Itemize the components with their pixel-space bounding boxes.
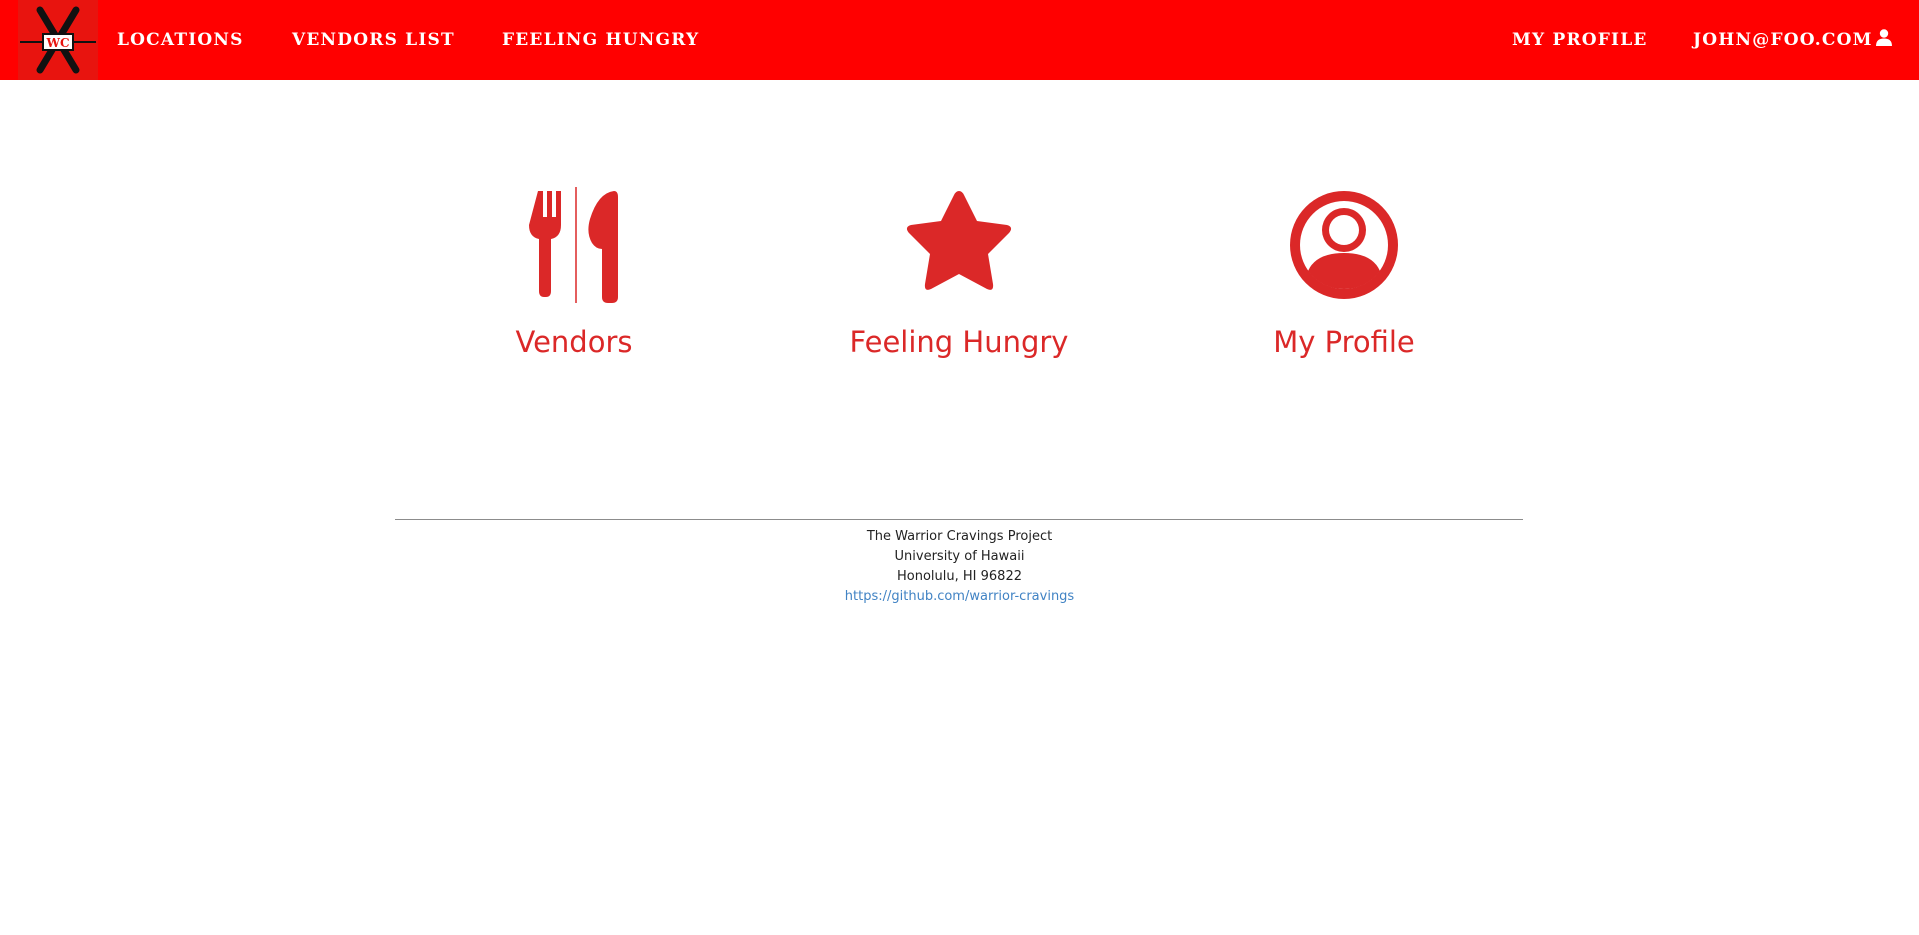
footer-divider	[395, 519, 1523, 520]
warrior-cravings-logo[interactable]: WC	[18, 0, 98, 80]
tile-feeling-hungry[interactable]: Feeling Hungry	[829, 185, 1089, 359]
feature-tiles: Vendors Feeling Hungry My Profile	[0, 185, 1919, 365]
nav-my-profile[interactable]: MY PROFILE	[1512, 28, 1648, 52]
nav-feeling-hungry[interactable]: FEELING HUNGRY	[502, 28, 699, 52]
user-email-label: JOHN@FOO.COM	[1693, 30, 1873, 50]
footer-university: University of Hawaii	[894, 549, 1025, 564]
nav-vendors-list[interactable]: VENDORS LIST	[292, 28, 455, 52]
tile-feeling-hungry-label: Feeling Hungry	[849, 325, 1069, 359]
footer-github-link[interactable]: https://github.com/warrior-cravings	[845, 589, 1074, 604]
user-icon	[1875, 28, 1893, 53]
nav-locations[interactable]: LOCATIONS	[117, 28, 244, 52]
tile-my-profile-label: My Profile	[1273, 325, 1415, 359]
footer-project-name: The Warrior Cravings Project	[866, 529, 1053, 544]
user-circle-icon	[1290, 191, 1398, 299]
top-navbar: WC LOCATIONS VENDORS LIST FEELING HUNGRY…	[0, 0, 1919, 80]
user-dropdown[interactable]: JOHN@FOO.COM	[1693, 28, 1893, 52]
footer-address: Honolulu, HI 96822	[897, 569, 1022, 584]
tile-my-profile[interactable]: My Profile	[1214, 185, 1474, 359]
tile-vendors[interactable]: Vendors	[444, 185, 704, 359]
footer: The Warrior Cravings Project University …	[0, 527, 1919, 607]
utensils-icon	[529, 187, 618, 303]
tile-vendors-label: Vendors	[515, 325, 633, 359]
star-icon	[906, 191, 1012, 290]
logo-text: WC	[45, 36, 69, 50]
